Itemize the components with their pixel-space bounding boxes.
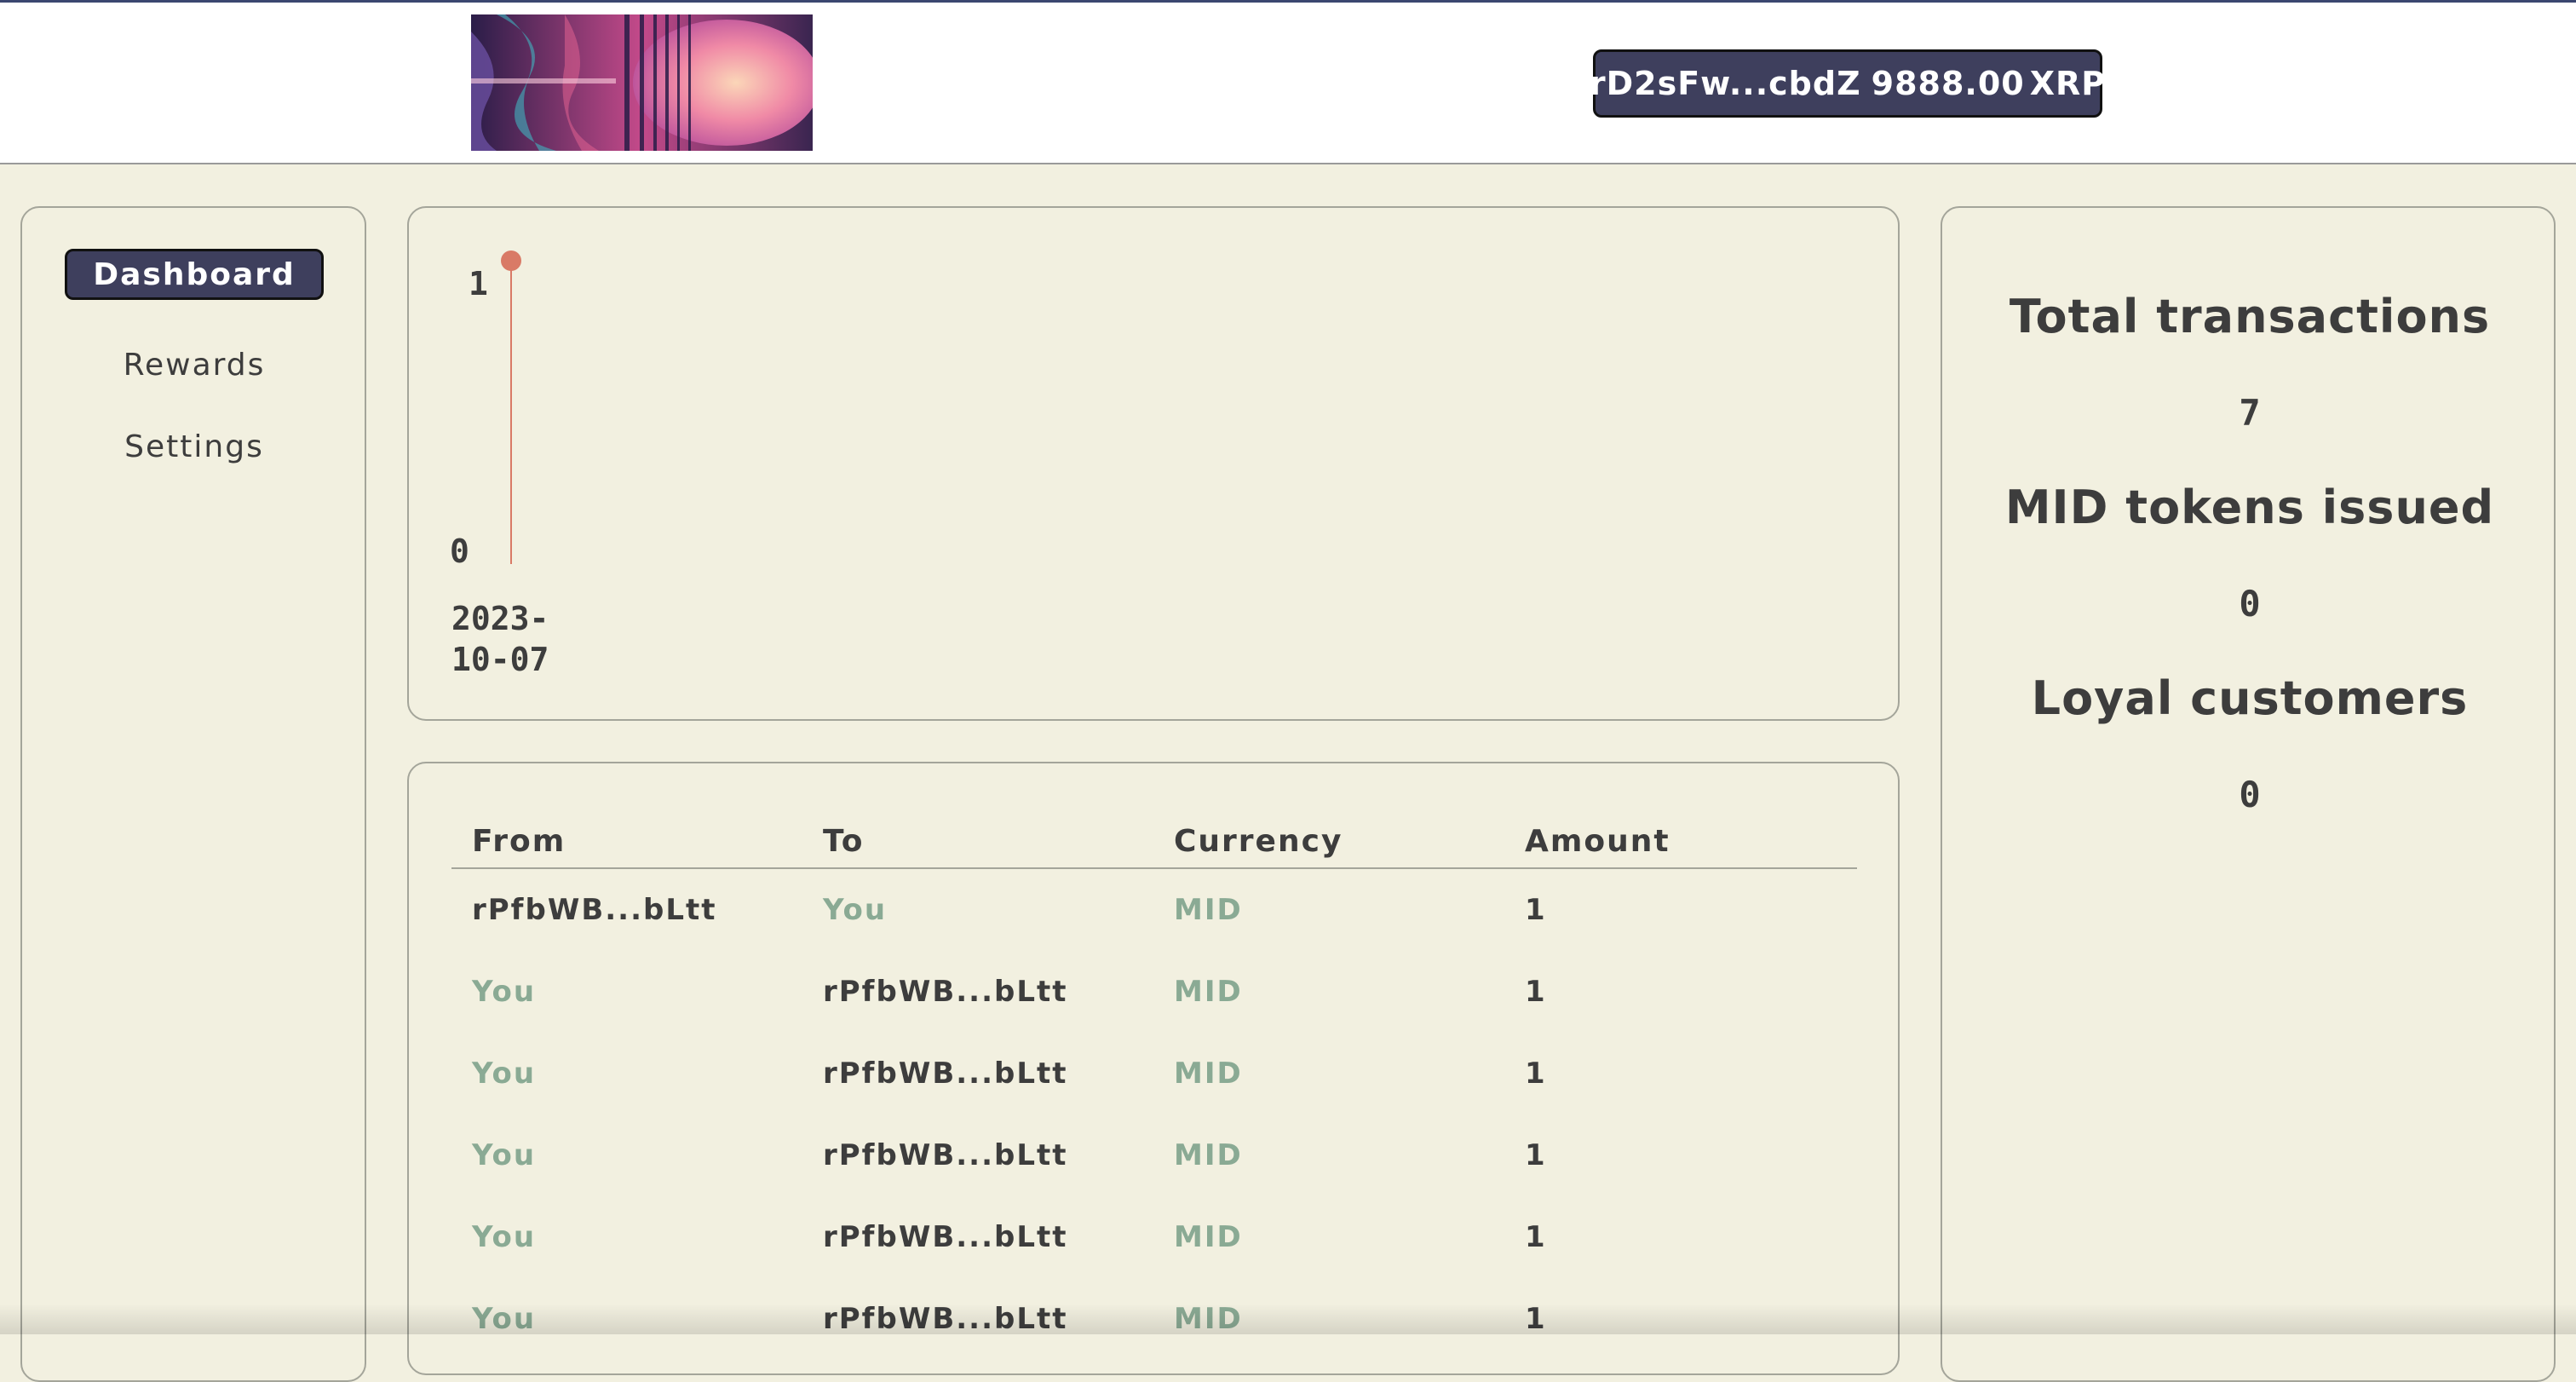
cell-to: rPfbWB...bLtt: [823, 1057, 1068, 1091]
column-header-amount: Amount: [1525, 823, 1670, 859]
sidebar-item-dashboard[interactable]: Dashboard: [65, 249, 324, 300]
cell-currency: MID: [1174, 975, 1243, 1009]
y-tick-label: 1: [469, 265, 488, 302]
table-body: rPfbWB...bLtt You MID 1 You rPfbWB...bLtt MID 1…: [451, 869, 1857, 1360]
cell-from: You: [472, 1057, 537, 1091]
table-row[interactable]: You rPfbWB...bLtt MID 1: [451, 1278, 1857, 1360]
cell-currency: MID: [1174, 1057, 1243, 1091]
table-row[interactable]: rPfbWB...bLtt You MID 1: [451, 869, 1857, 951]
wallet-balance-button[interactable]: rD2sFw...cbdZ 9888.00 XRP: [1589, 49, 2105, 118]
cell-currency: MID: [1174, 1138, 1243, 1172]
column-header-currency: Currency: [1174, 823, 1343, 859]
sidebar: Dashboard Rewards Settings: [20, 206, 366, 1382]
cell-amount: 1: [1525, 1220, 1547, 1254]
column-header-to: To: [823, 823, 865, 859]
wallet-address: rD2sFw...cbdZ: [1589, 65, 1861, 102]
mid-tokens-issued-label: MID tokens issued: [2004, 481, 2495, 534]
cell-from: rPfbWB...bLtt: [472, 893, 717, 927]
transactions-table: From To Currency Amount rPfbWB...bLtt You…: [451, 815, 1857, 1360]
total-transactions-label: Total transactions: [2009, 290, 2491, 343]
cell-from: You: [472, 1220, 537, 1254]
cell-from: You: [472, 1302, 537, 1336]
cell-to: rPfbWB...bLtt: [823, 975, 1068, 1009]
wallet-balance: 9888.00: [1871, 65, 2025, 102]
table-row[interactable]: You rPfbWB...bLtt MID 1: [451, 1114, 1857, 1196]
cell-amount: 1: [1525, 975, 1547, 1009]
data-point[interactable]: [501, 250, 521, 271]
app-header: rD2sFw...cbdZ 9888.00 XRP: [0, 3, 2576, 164]
table-row[interactable]: You rPfbWB...bLtt MID 1: [451, 1033, 1857, 1114]
cell-amount: 1: [1525, 893, 1547, 927]
cell-to: rPfbWB...bLtt: [823, 1138, 1068, 1172]
transactions-chart-panel: 1 0 2023-10-07: [407, 206, 1900, 721]
cell-amount: 1: [1525, 1302, 1547, 1336]
loyal-customers-label: Loyal customers: [2031, 671, 2469, 725]
mid-tokens-issued-value: 0: [2239, 583, 2261, 625]
cell-amount: 1: [1525, 1057, 1547, 1091]
cell-currency: MID: [1174, 1302, 1243, 1336]
cell-to: rPfbWB...bLtt: [823, 1220, 1068, 1254]
transactions-chart: 1 0 2023-10-07: [450, 250, 549, 678]
logo-artwork: [471, 14, 813, 151]
total-transactions-value: 7: [2239, 392, 2261, 434]
stats-panel: Total transactions 7 MID tokens issued 0…: [1941, 206, 2556, 1382]
cell-to: rPfbWB...bLtt: [823, 1302, 1068, 1336]
transactions-table-panel: From To Currency Amount rPfbWB...bLtt You…: [407, 762, 1900, 1375]
cell-from: You: [472, 975, 537, 1009]
cell-currency: MID: [1174, 1220, 1243, 1254]
loyal-customers-value: 0: [2239, 774, 2261, 815]
table-row[interactable]: You rPfbWB...bLtt MID 1: [451, 1196, 1857, 1278]
cell-from: You: [472, 1138, 537, 1172]
sidebar-item-rewards[interactable]: Rewards: [65, 339, 324, 390]
wallet-currency: XRP: [2029, 65, 2107, 102]
cell-to: You: [823, 893, 888, 927]
app-logo[interactable]: [471, 14, 813, 151]
table-row[interactable]: You rPfbWB...bLtt MID 1: [451, 951, 1857, 1033]
cell-currency: MID: [1174, 893, 1243, 927]
column-header-from: From: [472, 823, 566, 859]
cell-amount: 1: [1525, 1138, 1547, 1172]
y-tick-label: 0: [450, 533, 469, 570]
x-tick-label: 2023-10-07: [451, 600, 549, 678]
sidebar-item-settings[interactable]: Settings: [65, 421, 324, 472]
table-header: From To Currency Amount: [451, 815, 1857, 869]
